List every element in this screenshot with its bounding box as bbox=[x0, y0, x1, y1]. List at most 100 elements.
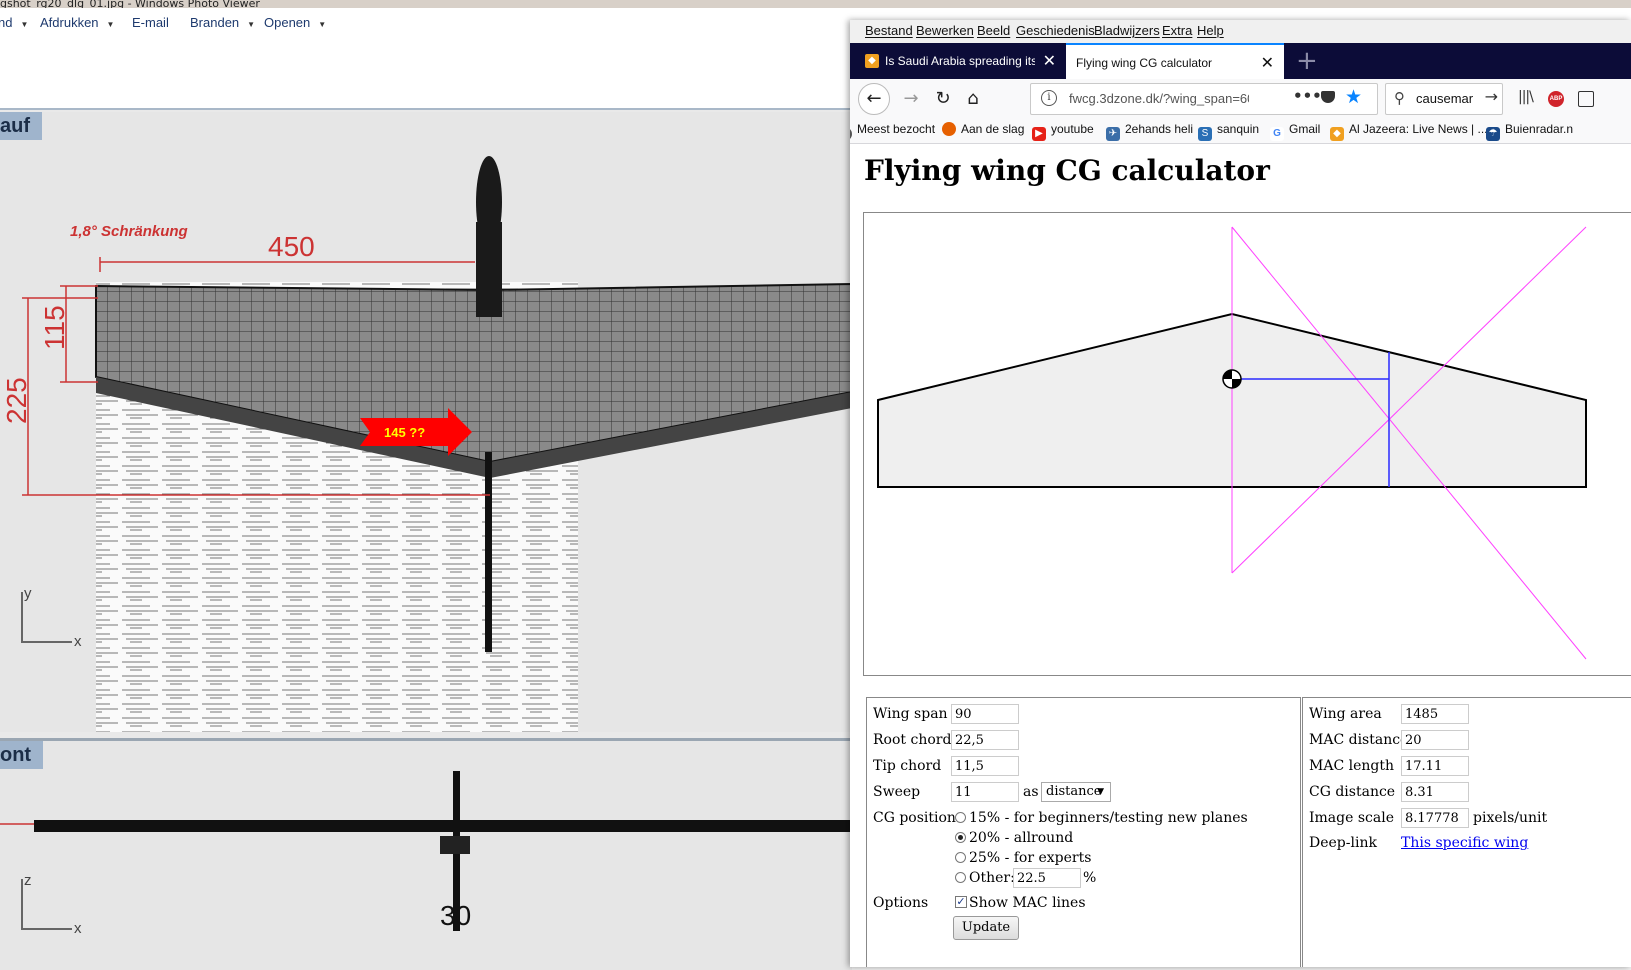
cg-other-input[interactable]: 22.5 bbox=[1013, 868, 1081, 888]
radio-25[interactable] bbox=[955, 852, 966, 863]
url-bar[interactable]: i fwcg.3dzone.dk/?wing_span=60 ••• ★ bbox=[1030, 83, 1378, 115]
bookmarks-toolbar: ⚙Meest bezocht Aan de slag ▶youtube ✈2eh… bbox=[850, 119, 1631, 144]
new-tab-icon[interactable]: + bbox=[1296, 43, 1318, 79]
tip-chord-input[interactable]: 11,5 bbox=[951, 756, 1019, 776]
viewer-menu-file[interactable]: nd ▼ bbox=[0, 15, 28, 30]
bookmark-2ehands-heli[interactable]: ✈ 2ehands heli bbox=[1106, 122, 1193, 141]
viewer-menu-print[interactable]: Afdrukken ▼ bbox=[40, 15, 114, 30]
bookmark-aan-de-slag[interactable]: Aan de slag bbox=[942, 122, 1024, 136]
search-bar[interactable]: ⚲ causemar → bbox=[1385, 83, 1503, 115]
search-input[interactable]: causemar bbox=[1416, 91, 1474, 106]
tip-dimension: 225 bbox=[1, 377, 32, 424]
viewer-menu-email[interactable]: E-mail bbox=[132, 15, 169, 30]
tab-saudi-arabia[interactable]: ◆ Is Saudi Arabia spreading itself ✕ bbox=[856, 45, 1066, 79]
back-arrow-icon[interactable]: ← bbox=[858, 83, 890, 115]
bookmark-al-jazeera[interactable]: ◆ Al Jazeera: Live News | ... bbox=[1330, 122, 1488, 141]
options-label: Options bbox=[873, 895, 929, 911]
image-scale-unit: pixels/unit bbox=[1473, 810, 1548, 826]
page-actions-icon[interactable]: ••• bbox=[1293, 87, 1322, 105]
gear-icon: ⚙ bbox=[850, 127, 852, 141]
wing-diagram bbox=[863, 212, 1631, 676]
front-view-drawing: z x 30 bbox=[0, 771, 852, 937]
update-button[interactable]: Update bbox=[953, 916, 1019, 940]
info-icon[interactable]: i bbox=[1041, 90, 1057, 106]
show-mac-label: Show MAC lines bbox=[969, 895, 1086, 911]
cg-option-20-label: 20% - allround bbox=[969, 830, 1074, 846]
front-wing-silhouette bbox=[34, 820, 852, 832]
forward-arrow-icon[interactable]: → bbox=[896, 85, 926, 113]
bookmark-youtube[interactable]: ▶ youtube bbox=[1032, 122, 1094, 141]
sweep-label: Sweep bbox=[873, 784, 921, 800]
radio-other[interactable] bbox=[955, 872, 966, 883]
top-view-drawing: 1,8° Schränkung 450 115 225 145 ?? y x bbox=[1, 156, 852, 732]
sanquin-icon: S bbox=[1198, 127, 1212, 141]
menu-bewerken[interactable]: Bewerken bbox=[916, 23, 974, 38]
bookmark-meest-bezocht[interactable]: ⚙Meest bezocht bbox=[850, 122, 935, 141]
chevron-down-icon: ▼ bbox=[318, 20, 327, 29]
sidebar-icon[interactable] bbox=[1578, 91, 1594, 107]
pocket-icon[interactable] bbox=[1321, 91, 1335, 103]
firefox-icon bbox=[942, 122, 956, 136]
adblock-icon[interactable]: ABP bbox=[1548, 91, 1564, 107]
home-icon[interactable]: ⌂ bbox=[958, 85, 988, 113]
bookmark-sanquin[interactable]: Ssanquin bbox=[1198, 122, 1259, 141]
results-panel: Wing area 1485 MAC distance 20 MAC lengt… bbox=[1302, 697, 1631, 967]
root-chord-label: Root chord bbox=[873, 732, 952, 748]
menu-bladwijzers[interactable]: Bladwijzers bbox=[1094, 23, 1160, 38]
viewer-menu-open[interactable]: Openen ▼ bbox=[264, 15, 326, 30]
search-go-arrow-icon[interactable]: → bbox=[1485, 87, 1498, 106]
show-mac-checkbox[interactable]: ✓ bbox=[955, 896, 967, 908]
cg-option-15-label: 15% - for beginners/testing new planes bbox=[969, 810, 1248, 826]
bookmark-buienradar[interactable]: ☂ Buienradar.n bbox=[1486, 122, 1573, 141]
root-dimension: 115 bbox=[39, 305, 70, 350]
url-text[interactable]: fwcg.3dzone.dk/?wing_span=60 bbox=[1069, 91, 1249, 106]
chevron-down-icon: ▼ bbox=[106, 20, 115, 29]
mac-distance-label: MAC distance bbox=[1309, 732, 1409, 748]
axis-x2-label: x bbox=[74, 920, 82, 937]
bookmark-gmail[interactable]: G Gmail bbox=[1270, 122, 1320, 141]
wing-span-input[interactable]: 90 bbox=[951, 704, 1019, 724]
fuselage-silhouette bbox=[476, 222, 502, 317]
menu-extra[interactable]: Extra bbox=[1162, 23, 1192, 38]
top-view-label: auf bbox=[0, 112, 42, 140]
menu-bestand[interactable]: Bestand bbox=[865, 23, 913, 38]
viewer-menu-burn[interactable]: Branden ▼ bbox=[190, 15, 255, 30]
cg-position-label: CG position bbox=[873, 810, 956, 826]
library-icon[interactable]: |||\ bbox=[1518, 89, 1534, 105]
menu-beeld[interactable]: Beeld bbox=[977, 23, 1010, 38]
search-icon: ⚲ bbox=[1394, 89, 1405, 107]
chevron-down-icon: ▼ bbox=[1097, 787, 1104, 797]
page-content: Flying wing CG calculator Wing span 90 R… bbox=[850, 144, 1631, 967]
menu-help[interactable]: Help bbox=[1197, 23, 1224, 38]
radio-15[interactable] bbox=[955, 812, 966, 823]
span-dimension: 450 bbox=[268, 231, 315, 262]
top-view-viewport: auf 1,8° Schränkung 450 115 225 145 ?? y… bbox=[0, 112, 852, 732]
radio-20[interactable] bbox=[955, 832, 966, 843]
cg-option-25-label: 25% - for experts bbox=[969, 850, 1092, 866]
firefox-window: Bestand Bewerken Beeld Geschiedenis Blad… bbox=[850, 20, 1631, 967]
close-icon[interactable]: ✕ bbox=[1261, 53, 1274, 73]
tip-chord-label: Tip chord bbox=[873, 758, 942, 774]
bookmark-star-icon[interactable]: ★ bbox=[1345, 86, 1362, 108]
tab-strip: ◆ Is Saudi Arabia spreading itself ✕ Fly… bbox=[850, 43, 1631, 81]
root-chord-input[interactable]: 22,5 bbox=[951, 730, 1019, 750]
menu-geschiedenis[interactable]: Geschiedenis bbox=[1016, 23, 1095, 38]
image-scale-label: Image scale bbox=[1309, 810, 1394, 826]
wing-area-output: 1485 bbox=[1401, 704, 1469, 724]
reload-icon[interactable]: ↻ bbox=[928, 85, 958, 113]
close-icon[interactable]: ✕ bbox=[1043, 51, 1056, 71]
sweep-mode-select[interactable]: distance ▼ bbox=[1041, 782, 1111, 802]
youtube-icon: ▶ bbox=[1032, 127, 1046, 141]
chevron-down-icon: ▼ bbox=[20, 20, 29, 29]
front-view-label: ont bbox=[0, 741, 44, 769]
front-dimension: 30 bbox=[440, 900, 471, 931]
tab-cg-calculator[interactable]: Flying wing CG calculator ✕ bbox=[1066, 43, 1284, 81]
deep-link[interactable]: This specific wing bbox=[1401, 835, 1528, 851]
mac-length-label: MAC length bbox=[1309, 758, 1394, 774]
arrow-annotation-text: 145 ?? bbox=[384, 425, 425, 440]
cg-marker-icon bbox=[1222, 369, 1242, 389]
sweep-input[interactable]: 11 bbox=[951, 782, 1019, 802]
cg-distance-output: 8.31 bbox=[1401, 782, 1469, 802]
tab-title: Is Saudi Arabia spreading itself bbox=[885, 54, 1035, 68]
wing-diagram-svg bbox=[877, 226, 1587, 660]
